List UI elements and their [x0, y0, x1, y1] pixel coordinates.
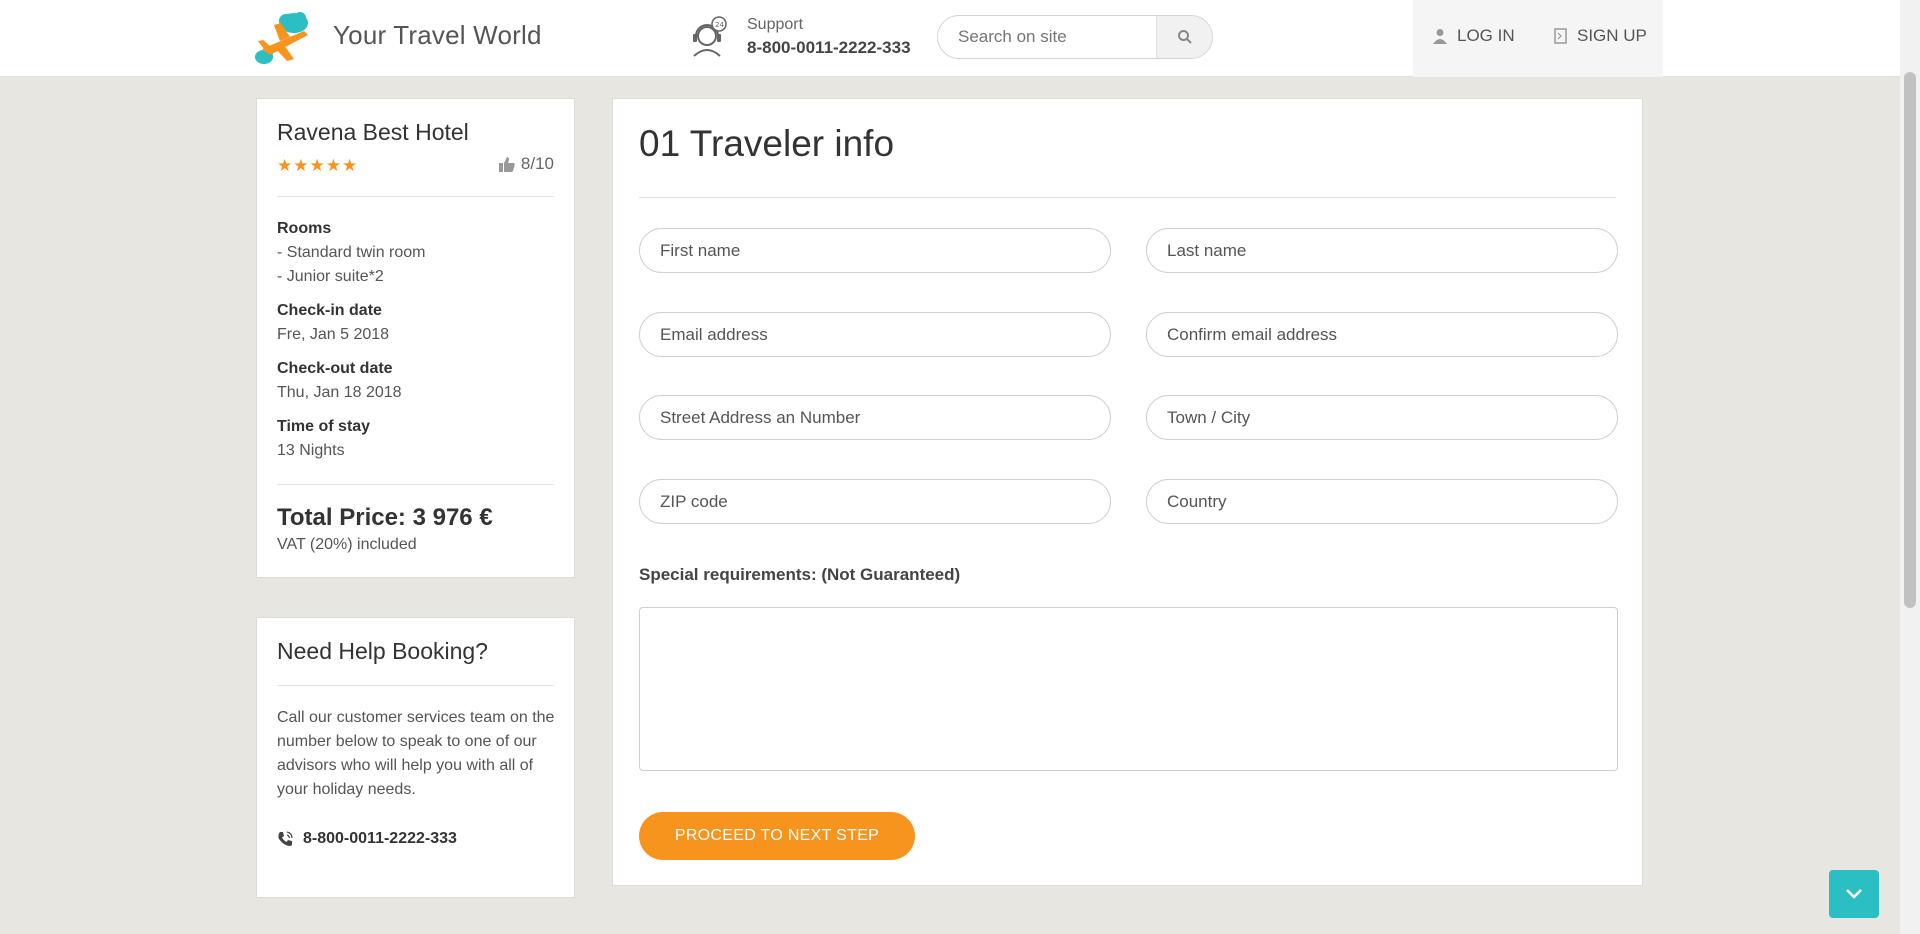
signup-door-icon [1554, 28, 1567, 44]
town-input[interactable] [1147, 396, 1617, 439]
form-title: 01 Traveler info [639, 123, 895, 164]
stay-value: 13 Nights [277, 442, 345, 459]
country-input[interactable] [1147, 480, 1617, 523]
hotel-name: Ravena Best Hotel [277, 119, 469, 145]
signup-label: SIGN UP [1577, 26, 1647, 45]
traveler-info-form: 01 Traveler info Special requirements: (… [612, 98, 1643, 886]
divider [277, 685, 554, 686]
checkout-label: Check-out date [277, 360, 393, 377]
site-brand[interactable]: Your Travel World [333, 20, 542, 51]
help-phone[interactable]: 8-800-0011-2222-333 [277, 830, 457, 848]
checkin-value: Fre, Jan 5 2018 [277, 326, 390, 343]
divider [277, 196, 554, 197]
room-item: - Standard twin room [277, 244, 426, 261]
signup-link[interactable]: SIGN UP [1554, 26, 1647, 46]
site-search [937, 15, 1213, 59]
star-rating: ★★★★★ [277, 156, 359, 175]
support-label: Support [747, 16, 804, 33]
rooms-label: Rooms [277, 220, 332, 237]
vat-note: VAT (20%) included [277, 536, 417, 553]
first-name-field [639, 228, 1111, 273]
last-name-input[interactable] [1147, 229, 1617, 272]
user-icon [1433, 29, 1447, 44]
support-phone[interactable]: 8-800-0011-2222-333 [747, 38, 911, 58]
scroll-toggle-button[interactable] [1829, 870, 1879, 918]
plane-cloud-logo-icon[interactable] [254, 9, 314, 67]
guest-rating: 8/10 [498, 154, 554, 174]
divider [277, 484, 554, 485]
first-name-input[interactable] [640, 229, 1110, 272]
room-item: - Junior suite*2 [277, 268, 384, 285]
login-label: LOG IN [1457, 26, 1515, 45]
login-link[interactable]: LOG IN [1433, 26, 1515, 46]
zip-input[interactable] [640, 480, 1110, 523]
email-input[interactable] [640, 313, 1110, 356]
auth-area: LOG IN SIGN UP [1413, 0, 1663, 77]
help-title: Need Help Booking? [277, 638, 488, 664]
special-requirements-field [639, 607, 1618, 771]
help-phone-number: 8-800-0011-2222-333 [303, 830, 457, 847]
help-booking-card: Need Help Booking? Call our customer ser… [256, 617, 575, 898]
special-requirements-textarea[interactable] [640, 608, 1617, 770]
town-field [1146, 395, 1618, 440]
page-scrollbar[interactable] [1900, 0, 1920, 934]
rooms-block: Rooms - Standard twin room - Junior suit… [277, 217, 426, 289]
special-requirements-label: Special requirements: (Not Guaranteed) [639, 565, 961, 584]
checkout-value: Thu, Jan 18 2018 [277, 384, 402, 401]
booking-summary-card: Ravena Best Hotel ★★★★★ 8/10 Rooms - Sta… [256, 98, 575, 578]
phone-icon [278, 831, 293, 846]
checkout-block: Check-out date Thu, Jan 18 2018 [277, 357, 402, 405]
divider [639, 197, 1616, 198]
email-field [639, 312, 1111, 357]
total-price: Total Price: 3 976 € [277, 504, 493, 531]
rating-value: 8/10 [520, 154, 554, 173]
svg-text:24: 24 [715, 21, 724, 29]
street-field [639, 395, 1111, 440]
confirm-email-field [1146, 312, 1618, 357]
proceed-button[interactable]: PROCEED TO NEXT STEP [639, 812, 915, 860]
thumbs-up-icon [498, 156, 515, 172]
country-field [1146, 479, 1618, 524]
stay-block: Time of stay 13 Nights [277, 415, 370, 463]
last-name-field [1146, 228, 1618, 273]
street-input[interactable] [640, 396, 1110, 439]
search-input[interactable] [938, 16, 1158, 58]
confirm-email-input[interactable] [1147, 313, 1617, 356]
checkin-block: Check-in date Fre, Jan 5 2018 [277, 299, 389, 347]
support-agent-icon: 24 [693, 16, 727, 57]
stay-label: Time of stay [277, 418, 371, 435]
help-text: Call our customer services team on the n… [277, 709, 555, 798]
search-icon [1177, 30, 1192, 44]
site-header: Your Travel World 24 Support 8-800-0011-… [0, 0, 1900, 77]
chevron-down-icon [1846, 889, 1862, 899]
search-button[interactable] [1156, 16, 1212, 58]
scrollbar-thumb[interactable] [1904, 72, 1916, 608]
zip-field [639, 479, 1111, 524]
checkin-label: Check-in date [277, 302, 382, 319]
